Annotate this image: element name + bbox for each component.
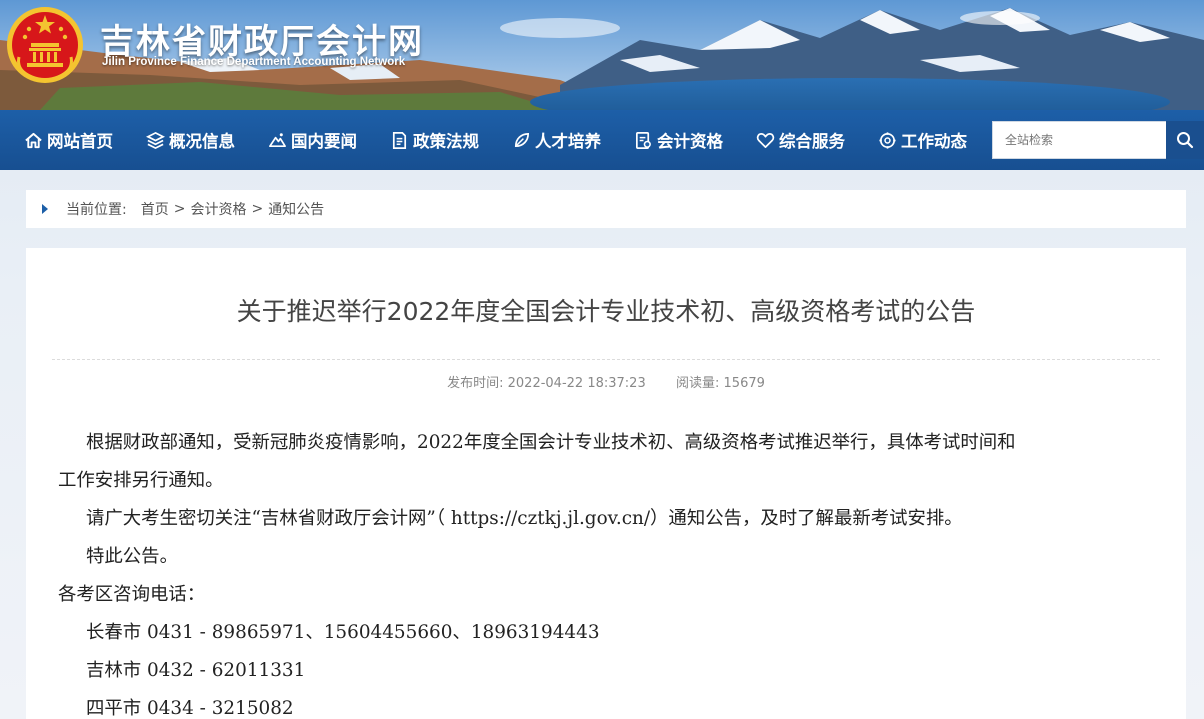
nav-item-label: 会计资格 [657, 132, 723, 151]
breadcrumb-separator: > [251, 201, 264, 217]
search-input[interactable] [992, 121, 1166, 159]
search-button[interactable] [1166, 121, 1204, 159]
breadcrumb-link-qualification[interactable]: 会计资格 [190, 199, 246, 219]
nav-item-label: 工作动态 [901, 132, 967, 151]
views-label: 阅读量: [676, 376, 720, 391]
leaf-icon [511, 130, 531, 150]
publish-time: 2022-04-22 18:37:23 [507, 376, 646, 391]
article-paragraph: 根据财政部通知，受新冠肺炎疫情影响，2022年度全国会计专业技术初、高级资格考试… [86, 432, 1016, 453]
breadcrumb-prefix: 当前位置: [66, 202, 127, 218]
nav-item-services[interactable]: 综合服务 [755, 110, 845, 170]
nav-item-work-news[interactable]: 工作动态 [877, 110, 967, 170]
views-count: 15679 [723, 376, 765, 391]
nav-item-label: 网站首页 [47, 132, 113, 151]
caret-right-icon [42, 204, 48, 214]
contact-line: 四平市 0434 - 3215082 [86, 698, 294, 719]
document-icon [389, 130, 409, 150]
breadcrumb-separator: > [173, 201, 186, 217]
nav-item-home[interactable]: 网站首页 [23, 110, 113, 170]
nav-item-qualification[interactable]: 会计资格 [633, 110, 723, 170]
article-paragraph: 工作安排另行通知。 [58, 470, 224, 491]
home-icon [23, 130, 43, 150]
nav-item-label: 政策法规 [413, 132, 479, 151]
article-body: 根据财政部通知，受新冠肺炎疫情影响，2022年度全国会计专业技术初、高级资格考试… [58, 424, 1158, 719]
nav-item-label: 人才培养 [535, 132, 601, 151]
nav-item-label: 国内要闻 [291, 132, 357, 151]
article-title: 关于推迟举行2022年度全国会计专业技术初、高级资格考试的公告 [236, 297, 976, 326]
article-paragraph: 请广大考生密切关注“吉林省财政厅会计网”（ https://cztkj.jl.g… [86, 508, 963, 529]
article-panel: 关于推迟举行2022年度全国会计专业技术初、高级资格考试的公告 发布时间: 20… [26, 248, 1186, 719]
contact-line: 吉林市 0432 - 62011331 [86, 660, 306, 681]
breadcrumb: 当前位置: 首页 > 会计资格 > 通知公告 [26, 190, 1186, 228]
search-icon [1177, 132, 1194, 149]
nav-item-domestic-news[interactable]: 国内要闻 [267, 110, 357, 170]
certificate-icon [633, 130, 653, 150]
article-paragraph: 特此公告。 [86, 546, 178, 567]
title-divider [52, 359, 1160, 360]
nav-item-label: 综合服务 [779, 132, 845, 151]
breadcrumb-link-notices[interactable]: 通知公告 [268, 199, 324, 219]
mountain-icon [267, 130, 287, 150]
nav-item-overview[interactable]: 概况信息 [145, 110, 235, 170]
nav-item-label: 概况信息 [169, 132, 235, 151]
heart-icon [755, 130, 775, 150]
nav-item-policy[interactable]: 政策法规 [389, 110, 479, 170]
national-emblem-icon [7, 7, 83, 83]
gear-icon [877, 130, 897, 150]
header-banner: 吉林省财政厅会计网 Jilin Province Finance Departm… [0, 0, 1204, 110]
article-paragraph: 各考区咨询电话： [58, 584, 206, 605]
nav-item-talent[interactable]: 人才培养 [511, 110, 601, 170]
breadcrumb-link-home[interactable]: 首页 [141, 199, 169, 219]
site-subtitle: Jilin Province Finance Department Accoun… [102, 56, 406, 68]
layers-icon [145, 130, 165, 150]
publish-time-label: 发布时间: [447, 376, 504, 391]
article-meta: 发布时间: 2022-04-22 18:37:23 阅读量: 15679 [26, 372, 1186, 391]
contact-line: 长春市 0431 - 89865971、15604455660、18963194… [86, 622, 600, 643]
